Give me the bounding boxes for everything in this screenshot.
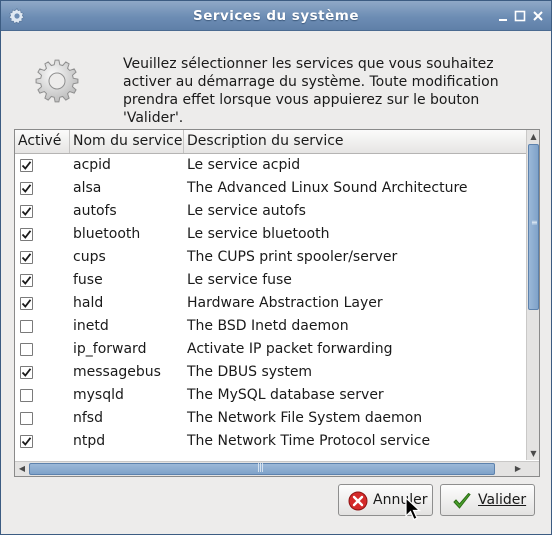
table-row[interactable]: ip_forward Activate IP packet forwarding: [15, 338, 526, 361]
scroll-left-arrow-icon[interactable]: ◀: [15, 462, 29, 476]
service-enabled-checkbox[interactable]: [20, 159, 33, 172]
service-name: messagebus: [73, 364, 161, 380]
horizontal-scroll-thumb[interactable]: |||: [29, 463, 495, 475]
service-enabled-checkbox[interactable]: [20, 343, 33, 356]
service-enabled-checkbox[interactable]: [20, 205, 33, 218]
table-row[interactable]: fuse Le service fuse: [15, 269, 526, 292]
table-row[interactable]: nfsd The Network File System daemon: [15, 407, 526, 430]
service-enabled-checkbox[interactable]: [20, 251, 33, 264]
scroll-up-arrow-icon[interactable]: ▲: [527, 130, 540, 143]
table-row[interactable]: alsa The Advanced Linux Sound Architectur…: [15, 177, 526, 200]
gear-icon: [35, 59, 79, 103]
service-name: nfsd: [73, 410, 103, 426]
service-name: ntpd: [73, 433, 106, 449]
service-enabled-checkbox[interactable]: [20, 412, 33, 425]
service-name: ip_forward: [73, 341, 147, 357]
grip-icon: |||: [257, 463, 264, 473]
service-name: alsa: [73, 180, 102, 196]
services-dialog: Services du système Veuillez sélectionne…: [0, 0, 552, 535]
service-enabled-checkbox[interactable]: [20, 366, 33, 379]
window-title: Services du système: [192, 8, 360, 24]
service-description: Le service autofs: [187, 203, 306, 219]
table-row[interactable]: cups The CUPS print spooler/server: [15, 246, 526, 269]
service-name: acpid: [73, 157, 111, 173]
horizontal-scrollbar[interactable]: ◀ ||| ▶: [15, 461, 539, 476]
service-description: Le service acpid: [187, 157, 301, 173]
table-row[interactable]: autofs Le service autofs: [15, 200, 526, 223]
service-description: Hardware Abstraction Layer: [187, 295, 383, 311]
service-name: hald: [73, 295, 104, 311]
grip-icon: ≡: [531, 218, 538, 227]
apply-label: Valider: [478, 492, 527, 508]
checkmark-icon: [21, 161, 32, 170]
title-bar[interactable]: Services du système: [1, 1, 551, 31]
table-row[interactable]: mysqld The MySQL database server: [15, 384, 526, 407]
service-enabled-checkbox[interactable]: [20, 297, 33, 310]
checkmark-icon: [21, 207, 32, 216]
table-body: acpid Le service acpid alsa The Advanced Li…: [15, 154, 526, 460]
checkmark-icon: [21, 253, 32, 262]
checkmark-icon: [21, 276, 32, 285]
service-description: The BSD Inetd daemon: [187, 318, 349, 334]
table-row[interactable]: hald Hardware Abstraction Layer: [15, 292, 526, 315]
mouse-cursor-icon: [405, 497, 422, 521]
vertical-scroll-thumb[interactable]: ≡: [528, 144, 539, 310]
checkmark-icon: [21, 437, 32, 446]
services-table[interactable]: Activé Nom du service Description du ser…: [14, 129, 540, 477]
service-name: mysqld: [73, 387, 124, 403]
column-header-name[interactable]: Nom du service: [70, 130, 184, 153]
service-enabled-checkbox[interactable]: [20, 228, 33, 241]
close-icon: [533, 11, 543, 21]
service-description: The Network File System daemon: [187, 410, 423, 426]
column-header-description[interactable]: Description du service: [184, 130, 526, 153]
service-description: The DBUS system: [187, 364, 313, 380]
service-description: Le service bluetooth: [187, 226, 330, 242]
service-description: The Network Time Protocol service: [187, 433, 431, 449]
table-row[interactable]: messagebus The DBUS system: [15, 361, 526, 384]
close-button[interactable]: [531, 9, 545, 23]
maximize-icon: [514, 10, 526, 22]
service-description: The CUPS print spooler/server: [187, 249, 398, 265]
service-description: Le service fuse: [187, 272, 292, 288]
table-header: Activé Nom du service Description du ser…: [15, 130, 526, 154]
instructions-text: Veuillez sélectionner les services que v…: [123, 56, 499, 126]
service-name: bluetooth: [73, 226, 141, 242]
service-name: inetd: [73, 318, 109, 334]
service-description: The Advanced Linux Sound Architecture: [187, 180, 468, 196]
table-row[interactable]: ntpd The Network Time Protocol service: [15, 430, 526, 453]
table-row[interactable]: inetd The BSD Inetd daemon: [15, 315, 526, 338]
table-row[interactable]: bluetooth Le service bluetooth: [15, 223, 526, 246]
service-description: Activate IP packet forwarding: [187, 341, 393, 357]
maximize-button[interactable]: [513, 9, 527, 23]
apply-button[interactable]: Valider: [440, 484, 535, 516]
checkmark-icon: [21, 230, 32, 239]
checkmark-icon: [21, 184, 32, 193]
column-header-enabled[interactable]: Activé: [15, 130, 70, 153]
table-row[interactable]: acpid Le service acpid: [15, 154, 526, 177]
cancel-icon: [348, 491, 368, 511]
service-name: cups: [73, 249, 106, 265]
service-name: fuse: [73, 272, 103, 288]
scroll-down-arrow-icon[interactable]: ▼: [527, 447, 540, 460]
checkmark-icon: [453, 492, 471, 509]
checkmark-icon: [21, 299, 32, 308]
service-description: The MySQL database server: [187, 387, 384, 403]
service-enabled-checkbox[interactable]: [20, 274, 33, 287]
service-enabled-checkbox[interactable]: [20, 320, 33, 333]
service-enabled-checkbox[interactable]: [20, 435, 33, 448]
minimize-icon: [499, 19, 507, 21]
minimize-button[interactable]: [496, 9, 510, 23]
vertical-scrollbar[interactable]: ▲ ≡ ▼: [526, 130, 539, 460]
scroll-right-arrow-icon[interactable]: ▶: [511, 462, 525, 476]
service-name: autofs: [73, 203, 117, 219]
service-enabled-checkbox[interactable]: [20, 182, 33, 195]
checkmark-icon: [21, 368, 32, 377]
service-enabled-checkbox[interactable]: [20, 389, 33, 402]
